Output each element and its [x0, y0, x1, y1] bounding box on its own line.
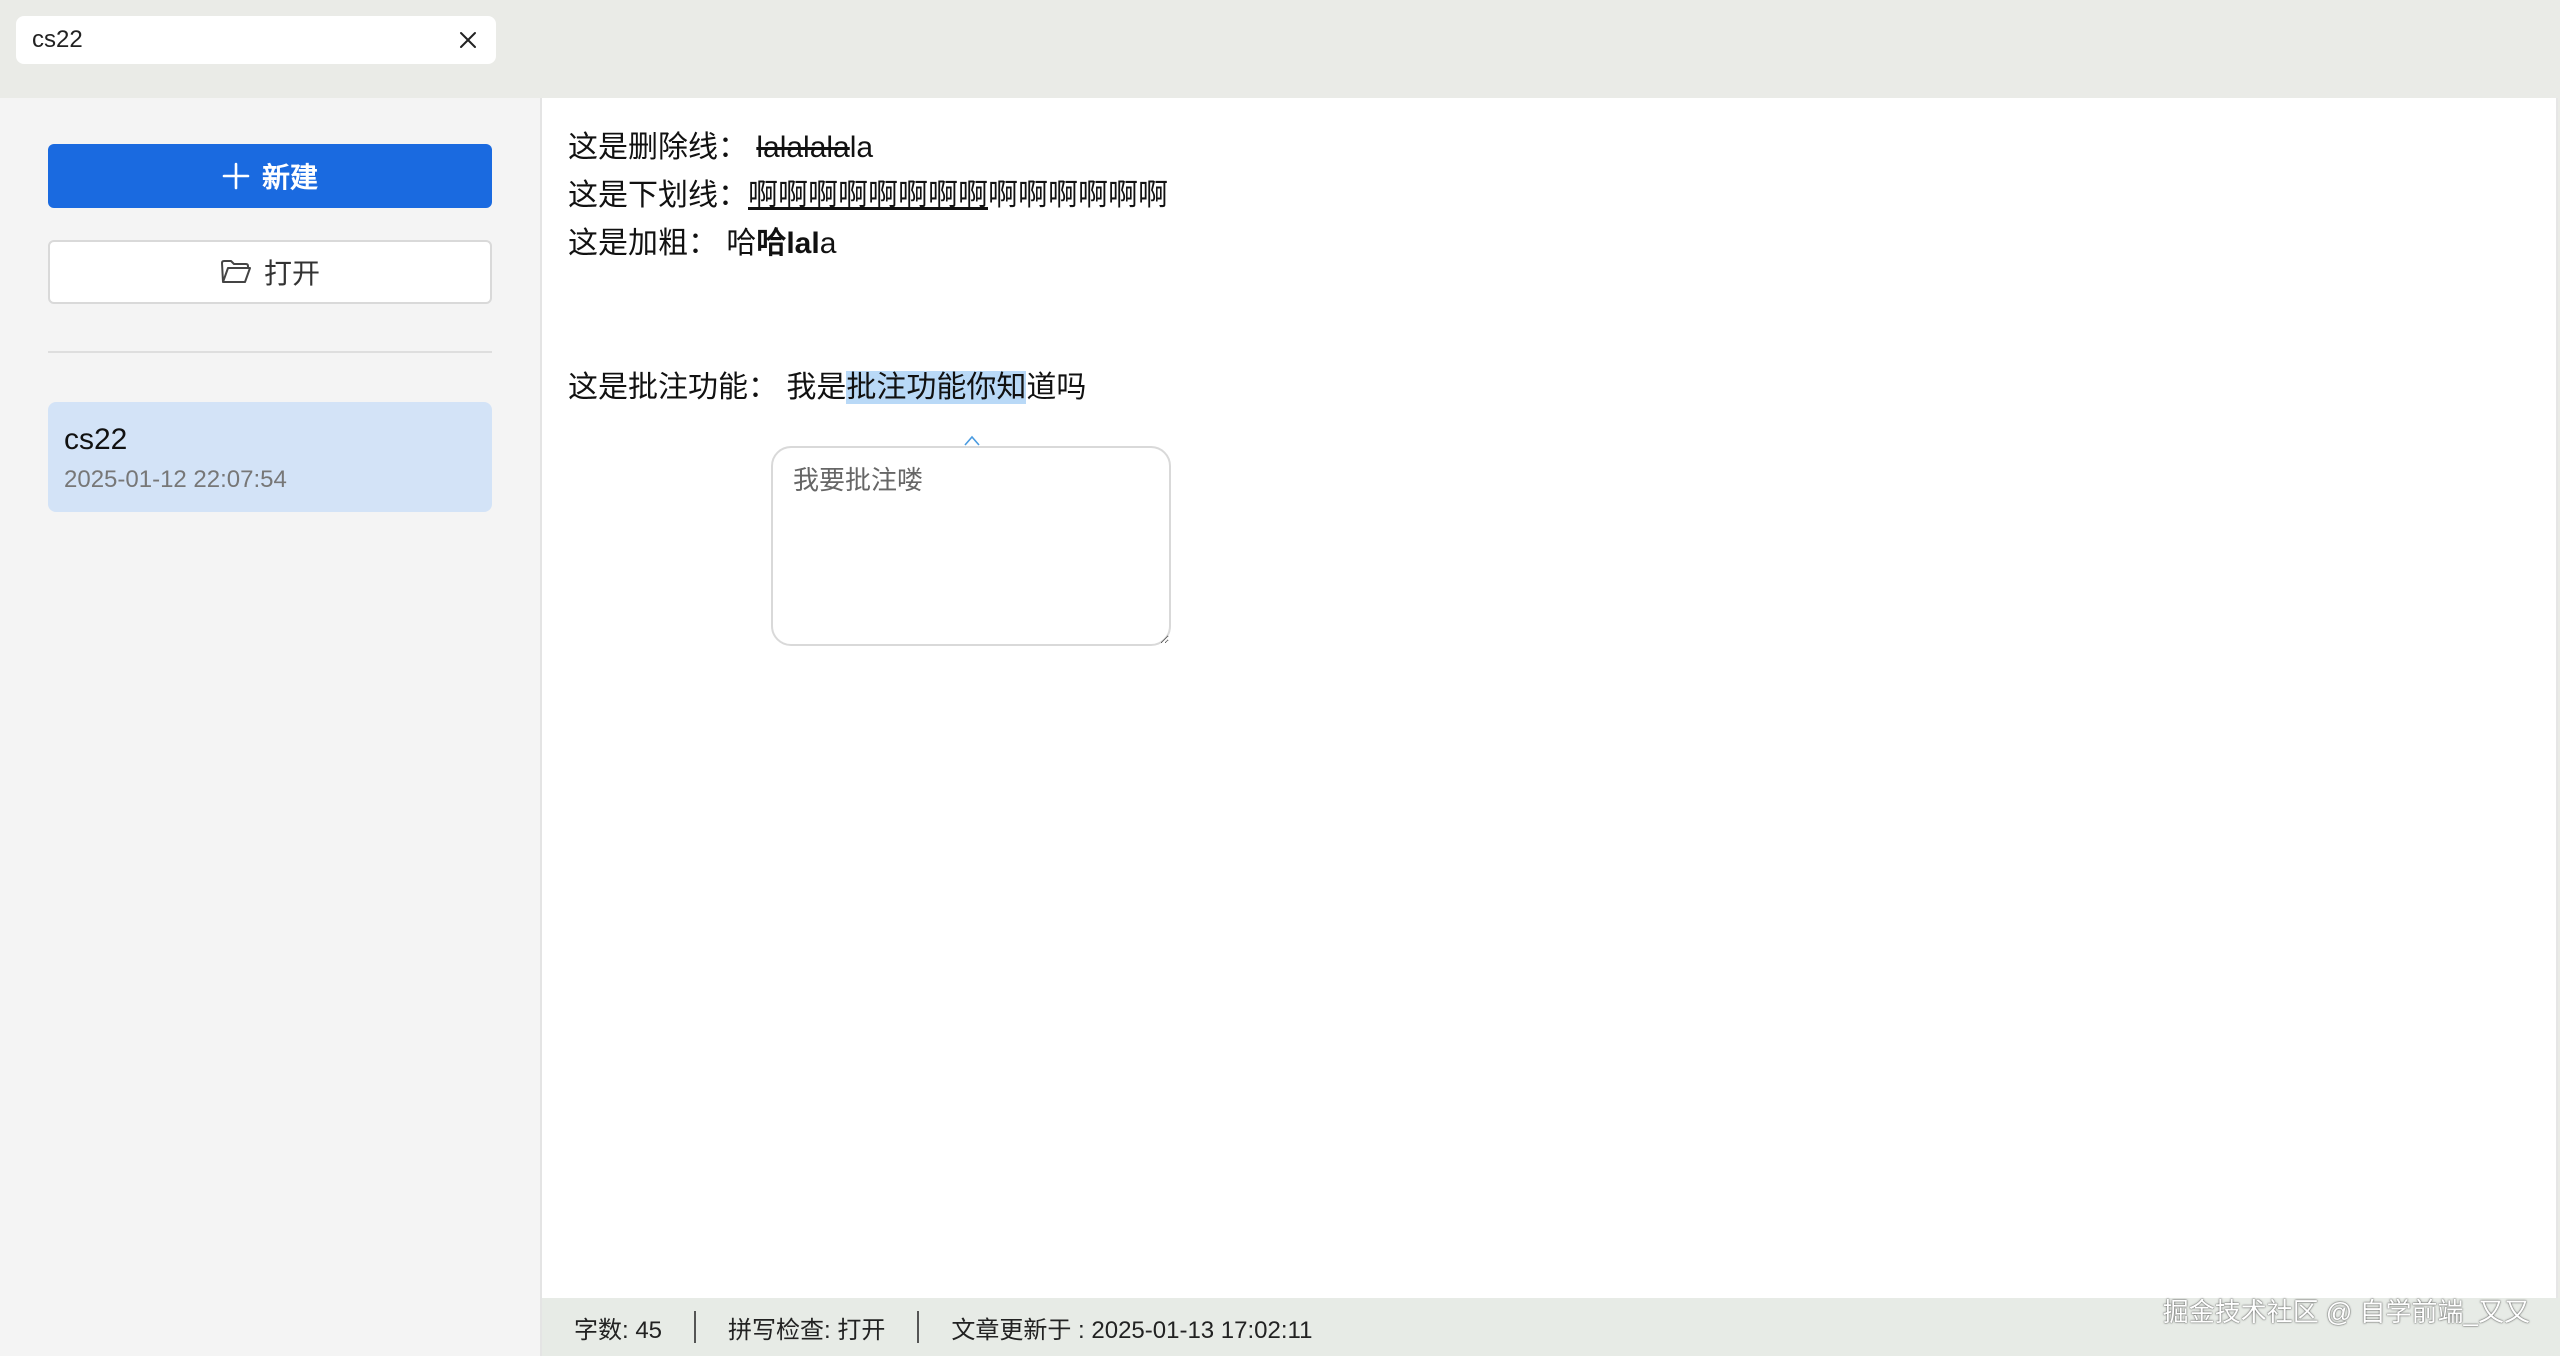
bold-line[interactable]: 这是加粗： 哈哈lala [568, 222, 836, 266]
comment-input[interactable] [771, 446, 1171, 646]
editor-area[interactable]: 这是删除线： lalalalala 这是下划线：啊啊啊啊啊啊啊啊啊啊啊啊啊啊 这… [542, 98, 2558, 1298]
tab-title: cs22 [32, 26, 83, 53]
strikethrough-label: 这是删除线： [568, 131, 748, 164]
sidebar: 新建 打开 cs22 2025-01-12 22:07:54 [0, 98, 542, 1356]
close-icon[interactable] [456, 28, 480, 52]
tab-bar: cs22 [0, 0, 2560, 98]
plain-text: 道吗 [1026, 371, 1087, 404]
annotation-label: 这是批注功能： [568, 371, 778, 404]
spell-check-status[interactable]: 拼写检查: 打开 [696, 1310, 917, 1345]
plain-text: la [849, 131, 874, 164]
plus-icon [222, 162, 250, 190]
strikethrough-text: lalalala [756, 131, 850, 164]
folder-icon [220, 258, 252, 286]
watermark: 掘金技术社区 @ 自学前端_又又 [2162, 1297, 2530, 1327]
plain-text: 哈 [726, 227, 757, 260]
updated-time: 文章更新于 : 2025-01-13 17:02:11 [951, 1316, 1313, 1344]
new-button[interactable]: 新建 [48, 144, 492, 208]
underline-text: 啊啊啊啊啊啊啊啊 [748, 179, 988, 212]
strikethrough-line[interactable]: 这是删除线： lalalalala [568, 126, 873, 170]
plain-text: a [819, 227, 837, 260]
open-button[interactable]: 打开 [48, 240, 492, 304]
comment-popover [771, 435, 1173, 648]
file-name: cs22 [64, 423, 128, 456]
annotation-line[interactable]: 这是批注功能： 我是批注功能你知道吗 [568, 366, 1086, 410]
open-button-label: 打开 [263, 258, 320, 289]
underline-line[interactable]: 这是下划线：啊啊啊啊啊啊啊啊啊啊啊啊啊啊 [568, 174, 1168, 218]
bold-label: 这是加粗： [568, 227, 718, 260]
annotated-text[interactable]: 批注功能你知 [846, 371, 1027, 404]
plain-text: 我是 [786, 371, 847, 404]
sidebar-divider [48, 351, 492, 353]
document-tab[interactable]: cs22 [16, 16, 496, 64]
caret-up-icon [964, 435, 980, 446]
word-count: 字数: 45 [574, 1316, 663, 1344]
underline-label: 这是下划线： [568, 179, 748, 212]
plain-text: 啊啊啊啊啊啊 [988, 179, 1168, 212]
bold-text: 哈lal [756, 227, 820, 260]
file-list-item[interactable]: cs22 2025-01-12 22:07:54 [48, 402, 492, 512]
file-date: 2025-01-12 22:07:54 [64, 466, 287, 493]
new-button-label: 新建 [261, 162, 318, 193]
